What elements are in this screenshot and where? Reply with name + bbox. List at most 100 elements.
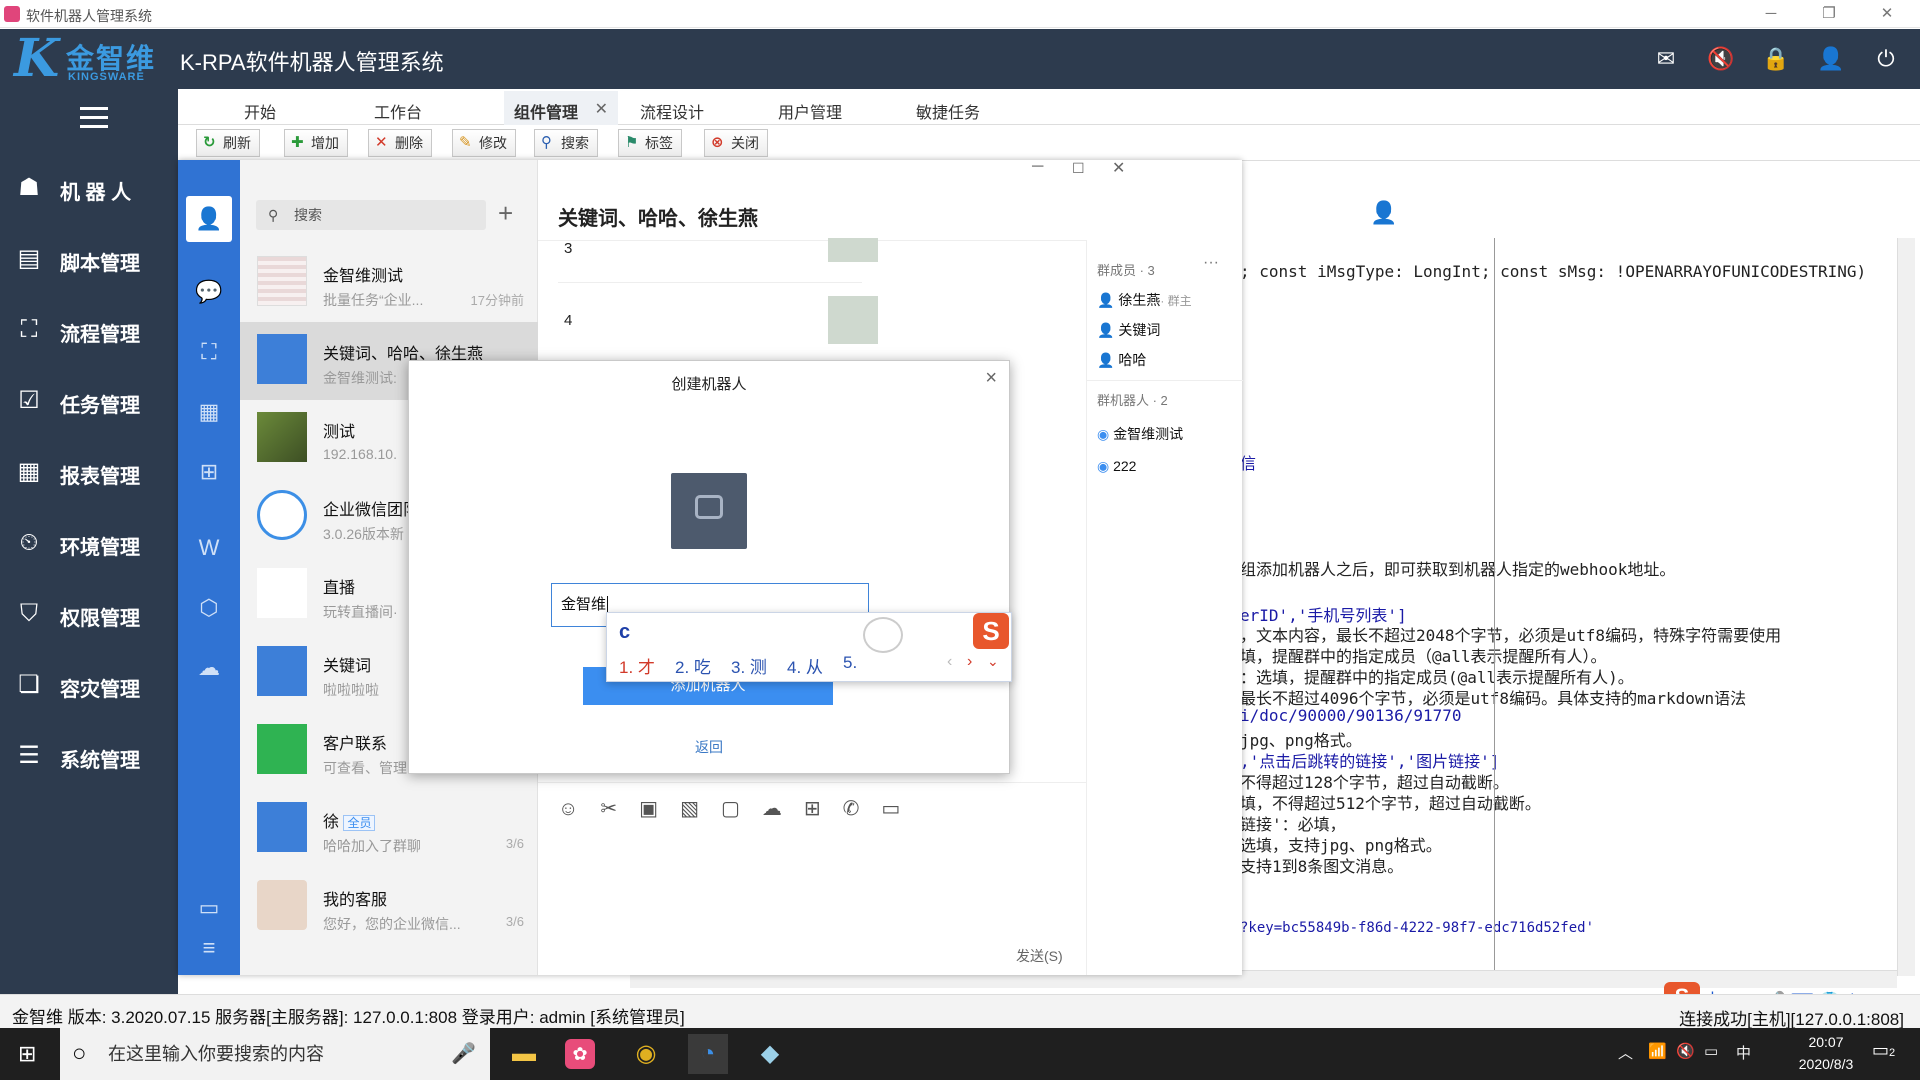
notes-icon[interactable]: ▭ (193, 892, 225, 924)
plus-icon: ✚ (291, 134, 304, 151)
message-image[interactable] (828, 238, 878, 262)
ime-candidate[interactable]: 3. 测 (731, 653, 767, 678)
app-icon[interactable]: ✿ (565, 1039, 595, 1069)
tab-process-design[interactable]: 流程设计 (640, 99, 704, 123)
tag-button[interactable]: ⚑ 标签 (618, 129, 682, 157)
mail-icon[interactable]: ✉ (1651, 45, 1681, 73)
volume-icon[interactable]: 🔇 (1676, 1042, 1695, 1060)
member-item[interactable]: 👤 徐生燕· 群主 (1097, 290, 1192, 310)
mute-icon[interactable]: 🔇 (1706, 45, 1736, 73)
sidebar-item-process[interactable]: ⛶ 流程管理 (0, 300, 178, 360)
editor-vertical-scrollbar[interactable] (1897, 238, 1915, 976)
close-window-button[interactable]: ✕ (1864, 3, 1910, 25)
more-icon[interactable]: ··· (1203, 254, 1219, 272)
sidebar-item-permission[interactable]: ⛉ 权限管理 (0, 584, 178, 644)
message-icon[interactable]: 💬 (193, 276, 225, 308)
list-item[interactable]: 徐 全员 哈哈加入了群聊 3/6 (240, 790, 538, 868)
message-input[interactable] (538, 814, 1086, 954)
windows-start-icon[interactable]: ⊞ (18, 1042, 42, 1066)
tab-close-icon[interactable]: ✕ (595, 99, 608, 119)
file-explorer-icon[interactable]: ▬ (504, 1034, 544, 1074)
sidebar-item-disaster-recovery[interactable]: ❏ 容灾管理 (0, 655, 178, 715)
cloud-icon[interactable]: ☁ (193, 652, 225, 684)
window-close-icon[interactable]: ✕ (1112, 158, 1125, 178)
add-button[interactable]: ✚ 增加 (284, 129, 348, 157)
ime-candidate[interactable]: 1. 才 (619, 653, 655, 678)
person-avatar-icon (257, 646, 307, 696)
tab-agile-task[interactable]: 敏捷任务 (916, 99, 980, 123)
tab-user-management[interactable]: 用户管理 (778, 99, 842, 123)
back-link[interactable]: 返回 (409, 737, 1009, 757)
sidebar-item-environment[interactable]: ⏲ 环境管理 (0, 513, 178, 573)
document-icon[interactable]: W (193, 532, 225, 564)
add-member-icon[interactable]: 👤 (1370, 200, 1397, 226)
sidebar-item-robot[interactable]: ☗ 机 器 人 (0, 158, 178, 218)
cube-icon[interactable]: ⬡ (193, 592, 225, 624)
network-icon[interactable]: 📶 (1648, 1042, 1667, 1060)
prev-page-icon[interactable]: ‹ (947, 653, 952, 671)
close-button[interactable]: ⊗ 关闭 (704, 129, 768, 157)
person-icon: 👤 (1097, 352, 1115, 368)
member-item[interactable]: 👤 哈哈 (1097, 350, 1146, 370)
sidebar-item-report[interactable]: ▦ 报表管理 (0, 442, 178, 502)
list-item[interactable]: 金智维测试 批量任务“企业... 17分钟前 (240, 244, 538, 322)
input-method-indicator[interactable]: 中 (1736, 1042, 1751, 1063)
delete-button[interactable]: ✕ 删除 (368, 129, 432, 157)
ime-candidate[interactable]: 5. (843, 653, 857, 673)
calendar-icon[interactable]: ▦ (193, 396, 225, 428)
org-chart-icon[interactable]: ⛶ (193, 336, 225, 368)
wecom-icon[interactable]: ◔ (688, 1034, 728, 1074)
search-button[interactable]: ⚲ 搜索 (534, 129, 598, 157)
ime-candidate[interactable]: 4. 从 (787, 653, 823, 678)
sidebar-item-robot[interactable] (0, 89, 178, 149)
window-minimize-icon[interactable]: ─ (1032, 158, 1043, 176)
chrome-icon[interactable]: ◉ (626, 1034, 666, 1074)
menu-icon[interactable]: ≡ (193, 932, 225, 964)
search-icon: ⚲ (268, 207, 279, 223)
window-maximize-icon[interactable]: ☐ (1072, 160, 1085, 177)
apps-icon[interactable]: ⊞ (193, 456, 225, 488)
tab-start[interactable]: 开始 (244, 99, 276, 123)
user-icon[interactable]: 👤 (1816, 45, 1846, 73)
expand-icon[interactable]: ⌄ (987, 653, 999, 670)
restore-button[interactable]: ❐ (1806, 3, 1852, 25)
next-page-icon[interactable]: › (967, 653, 972, 671)
add-icon[interactable]: + (498, 198, 513, 229)
sidebar-item-task[interactable]: ☑ 任务管理 (0, 371, 178, 431)
microphone-icon[interactable]: 🎤 (451, 1028, 476, 1080)
sidebar-item-script[interactable]: ▤ 脚本管理 (0, 229, 178, 289)
robot-item[interactable]: ◉ 金智维测试 (1097, 424, 1183, 444)
app-header: K 金智维 KINGSWARE K-RPA软件机器人管理系统 ✉ 🔇 🔒 👤 ⏻ (0, 29, 1920, 89)
code-editor[interactable]: ; const iMsgType: LongInt; const sMsg: !… (1240, 238, 1920, 978)
lock-icon[interactable]: 🔒 (1761, 45, 1791, 73)
refresh-icon: ↻ (203, 134, 216, 151)
power-icon[interactable]: ⏻ (1871, 45, 1901, 73)
taskbar-search-input[interactable]: ○ 在这里输入你要搜索的内容 🎤 (60, 1028, 490, 1080)
window-titlebar: 软件机器人管理系统 ─ ❐ ✕ (0, 0, 1920, 28)
robot-item[interactable]: ◉ 222 (1097, 458, 1136, 475)
ime-candidate[interactable]: 2. 吃 (675, 653, 711, 678)
tab-component-management[interactable]: 组件管理 ✕ (504, 91, 619, 125)
sidebar-item-system[interactable]: ☰ 系统管理 (0, 726, 178, 786)
tray-chevron-icon[interactable]: ︿ (1618, 1042, 1633, 1063)
edit-button[interactable]: ✎ 修改 (452, 129, 516, 157)
message-image[interactable] (828, 296, 878, 344)
contacts-icon[interactable]: 👤 (186, 196, 232, 242)
send-button[interactable]: 发送(S) (1016, 946, 1063, 966)
list-item[interactable]: 我的客服 您好，您的企业微信... 3/6 (240, 868, 538, 946)
clock-date[interactable]: 2020/8/3 (1786, 1056, 1866, 1072)
refresh-button[interactable]: ↻ 刷新 (196, 129, 260, 157)
chat-bubble-icon (257, 724, 307, 774)
app-icon[interactable]: ◆ (750, 1034, 790, 1074)
minimize-button[interactable]: ─ (1748, 3, 1794, 25)
robot-avatar-upload[interactable] (671, 473, 747, 549)
tab-workbench[interactable]: 工作台 (374, 99, 422, 123)
search-input[interactable]: ⚲ 搜索 (256, 200, 486, 230)
member-item[interactable]: 👤 关键词 (1097, 320, 1160, 340)
group-avatar-icon (257, 334, 307, 384)
notification-icon[interactable]: ▭2 (1872, 1040, 1895, 1061)
close-icon[interactable]: × (985, 367, 997, 390)
battery-icon[interactable]: ▭ (1704, 1042, 1718, 1060)
clock-time[interactable]: 20:07 (1786, 1034, 1866, 1050)
logo-k: K (14, 28, 60, 89)
